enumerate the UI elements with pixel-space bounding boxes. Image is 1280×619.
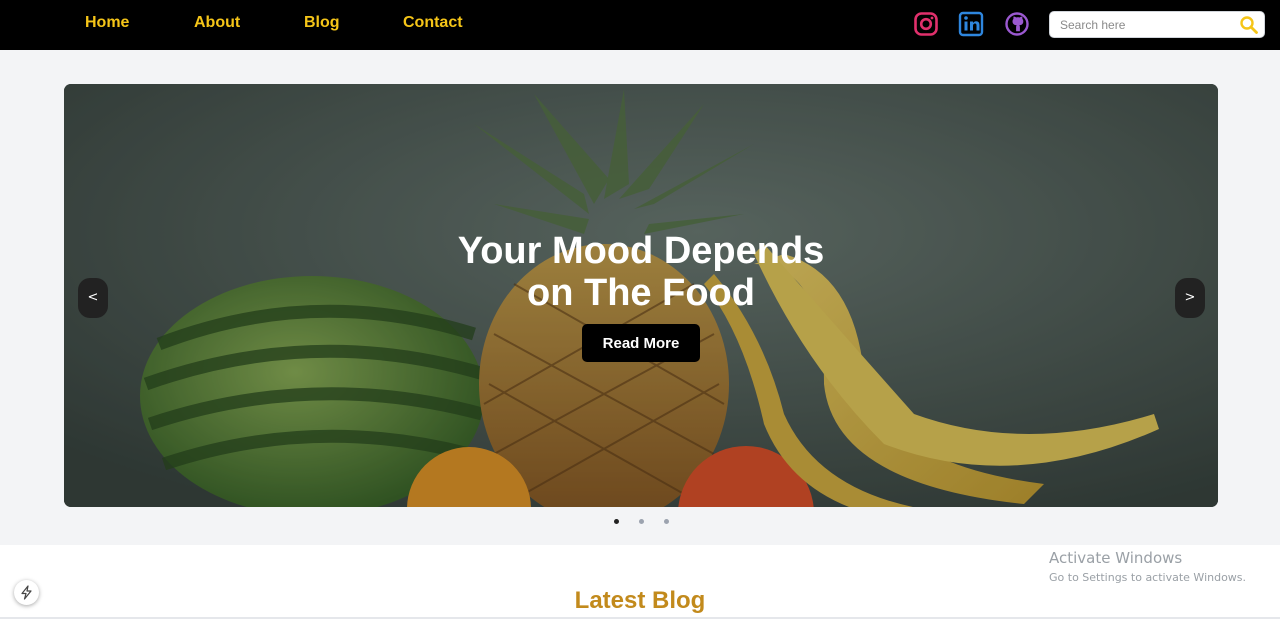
carousel-dot-3[interactable] bbox=[664, 519, 669, 524]
hero-title-line-2: on The Food bbox=[527, 272, 755, 314]
carousel-dot-2[interactable] bbox=[639, 519, 644, 524]
latest-blog-title: Latest Blog bbox=[574, 587, 706, 614]
linkedin-icon[interactable] bbox=[958, 11, 984, 37]
hero-carousel: Your Mood Depends on The Food Read More … bbox=[64, 84, 1218, 507]
nav-home-link[interactable]: Home bbox=[85, 14, 129, 32]
watermark-title: Activate Windows bbox=[1049, 549, 1183, 567]
search-box bbox=[1049, 11, 1265, 38]
instagram-icon[interactable] bbox=[913, 11, 939, 37]
carousel-dot-1[interactable] bbox=[614, 519, 619, 524]
github-icon[interactable] bbox=[1004, 11, 1030, 37]
search-input[interactable] bbox=[1060, 16, 1230, 34]
lightning-icon[interactable] bbox=[14, 580, 39, 605]
hero-title-line-1: Your Mood Depends bbox=[457, 230, 825, 272]
activate-windows-watermark: Activate Windows Go to Settings to activ… bbox=[1049, 549, 1246, 584]
carousel-prev-button[interactable]: < bbox=[78, 278, 108, 318]
nav-about-link[interactable]: About bbox=[194, 14, 240, 32]
read-more-button[interactable]: Read More bbox=[582, 324, 700, 362]
navbar: Home About Blog Contact bbox=[0, 0, 1280, 50]
watermark-subtitle: Go to Settings to activate Windows. bbox=[1049, 571, 1247, 584]
nav-contact-link[interactable]: Contact bbox=[403, 14, 463, 32]
search-icon[interactable] bbox=[1239, 15, 1259, 35]
nav-blog-link[interactable]: Blog bbox=[304, 14, 340, 32]
carousel-indicators bbox=[0, 519, 1280, 527]
carousel-next-button[interactable]: > bbox=[1175, 278, 1205, 318]
hero-title: Your Mood Depends on The Food bbox=[64, 230, 1218, 314]
